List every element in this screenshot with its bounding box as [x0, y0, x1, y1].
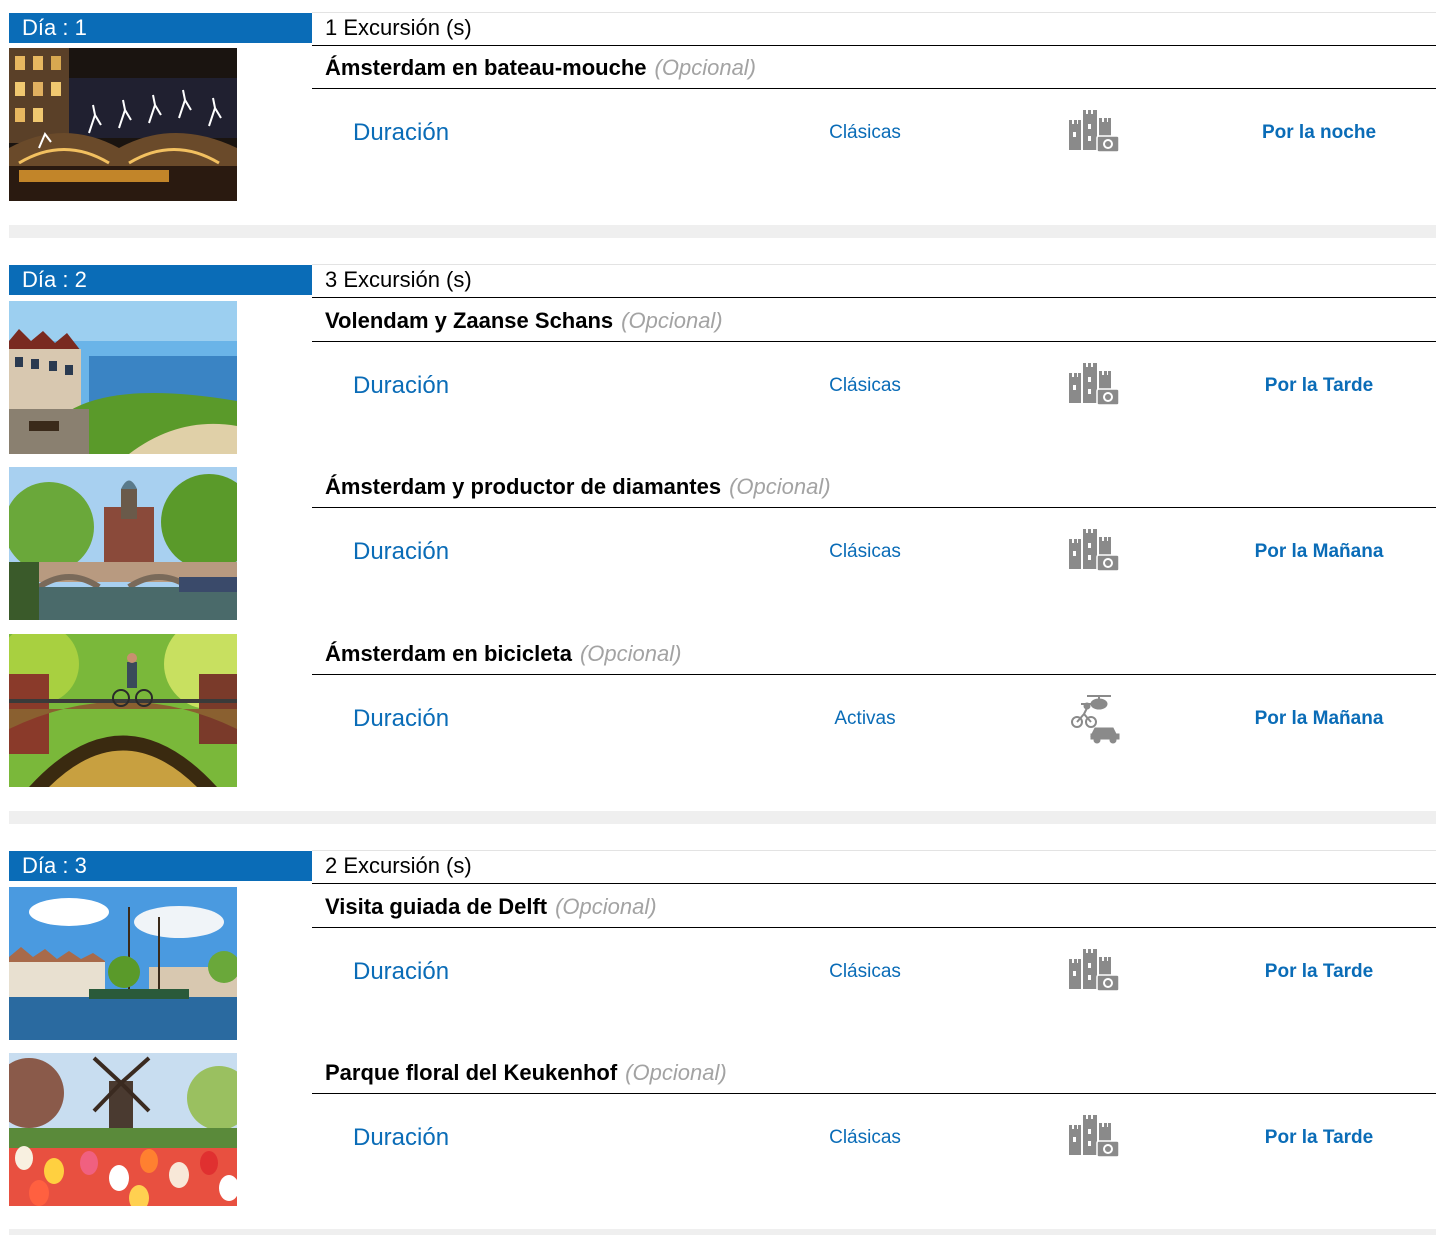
duration-link[interactable]: Duración [353, 704, 449, 734]
excursion-title[interactable]: Ámsterdam y productor de diamantes (Opcio… [325, 467, 831, 507]
excursion-item[interactable]: Ámsterdam en bicicleta (Opcional) Duració… [9, 634, 1436, 787]
optional-label: (Opcional) [625, 1060, 727, 1085]
day-separator [9, 811, 1436, 824]
time-of-day: Por la noche [1261, 122, 1377, 143]
duration-link[interactable]: Duración [353, 118, 449, 148]
time-of-day: Por la Tarde [1264, 375, 1374, 396]
divider [312, 883, 1436, 884]
excursion-count: 3 Excursión (s) [325, 267, 472, 292]
excursion-title[interactable]: Volendam y Zaanse Schans (Opcional) [325, 301, 723, 341]
excursion-count: 1 Excursión (s) [325, 15, 472, 40]
castle-camera-icon [1065, 359, 1121, 411]
excursion-title[interactable]: Visita guiada de Delft (Opcional) [325, 887, 657, 927]
excursion-item[interactable]: Ámsterdam y productor de diamantes (Opcio… [9, 467, 1436, 620]
divider [312, 927, 1436, 928]
divider [312, 12, 1436, 13]
duration-link[interactable]: Duración [353, 1123, 449, 1153]
excursion-item[interactable]: Volendam y Zaanse Schans (Opcional) Durac… [9, 301, 1436, 454]
castle-camera-icon [1065, 525, 1121, 577]
divider [312, 507, 1436, 508]
time-of-day: Por la Mañana [1254, 541, 1384, 562]
day-label: Día : 1 [9, 13, 312, 43]
category-label: Clásicas [829, 961, 901, 982]
excursion-title-text[interactable]: Ámsterdam en bateau-mouche [325, 55, 647, 80]
duration-link[interactable]: Duración [353, 371, 449, 401]
excursion-count: 2 Excursión (s) [325, 853, 472, 878]
castle-camera-icon [1065, 106, 1121, 158]
divider [312, 850, 1436, 851]
excursion-item[interactable]: Parque floral del Keukenhof (Opcional) Du… [9, 1053, 1436, 1206]
amsterdam-canal-church-image[interactable] [9, 467, 237, 620]
divider [312, 297, 1436, 298]
category-label: Activas [834, 708, 896, 729]
category-label: Clásicas [829, 541, 901, 562]
day-separator [9, 1229, 1436, 1235]
divider [312, 341, 1436, 342]
excursion-title-text[interactable]: Visita guiada de Delft [325, 894, 547, 919]
divider [312, 88, 1436, 89]
day-label: Día : 2 [9, 265, 312, 295]
excursion-item[interactable]: Visita guiada de Delft (Opcional) Duració… [9, 887, 1436, 1040]
castle-camera-icon [1065, 1111, 1121, 1163]
optional-label: (Opcional) [555, 894, 657, 919]
optional-label: (Opcional) [621, 308, 723, 333]
excursion-item[interactable]: Ámsterdam en bateau-mouche (Opcional) Dur… [9, 48, 1436, 201]
activities-helicopter-bike-car-icon [1065, 692, 1121, 744]
divider [312, 45, 1436, 46]
duration-link[interactable]: Duración [353, 957, 449, 987]
time-of-day: Por la Mañana [1254, 708, 1384, 729]
excursion-title-text[interactable]: Ámsterdam y productor de diamantes [325, 474, 721, 499]
excursion-title[interactable]: Ámsterdam en bicicleta (Opcional) [325, 634, 681, 674]
volendam-harbor-image[interactable] [9, 301, 237, 454]
amsterdam-bridge-cyclist-image[interactable] [9, 634, 237, 787]
divider [312, 1093, 1436, 1094]
duration-link[interactable]: Duración [353, 537, 449, 567]
category-label: Clásicas [829, 122, 901, 143]
castle-camera-icon [1065, 945, 1121, 997]
amsterdam-night-canal-image[interactable] [9, 48, 237, 201]
excursion-title-text[interactable]: Volendam y Zaanse Schans [325, 308, 613, 333]
delft-harbor-boats-image[interactable] [9, 887, 237, 1040]
keukenhof-tulips-windmill-image[interactable] [9, 1053, 237, 1206]
optional-label: (Opcional) [579, 641, 682, 666]
excursion-title-text[interactable]: Ámsterdam en bicicleta [325, 641, 572, 666]
time-of-day: Por la Tarde [1264, 1127, 1374, 1148]
excursion-title[interactable]: Parque floral del Keukenhof (Opcional) [325, 1053, 727, 1093]
category-label: Clásicas [829, 1127, 901, 1148]
category-label: Clásicas [829, 375, 901, 396]
day-label: Día : 3 [9, 851, 312, 881]
excursion-title[interactable]: Ámsterdam en bateau-mouche (Opcional) [325, 48, 756, 88]
divider [312, 264, 1436, 265]
optional-label: (Opcional) [654, 55, 757, 80]
excursion-title-text[interactable]: Parque floral del Keukenhof [325, 1060, 617, 1085]
optional-label: (Opcional) [729, 474, 831, 499]
day-separator [9, 225, 1436, 238]
time-of-day: Por la Tarde [1264, 961, 1374, 982]
divider [312, 674, 1436, 675]
